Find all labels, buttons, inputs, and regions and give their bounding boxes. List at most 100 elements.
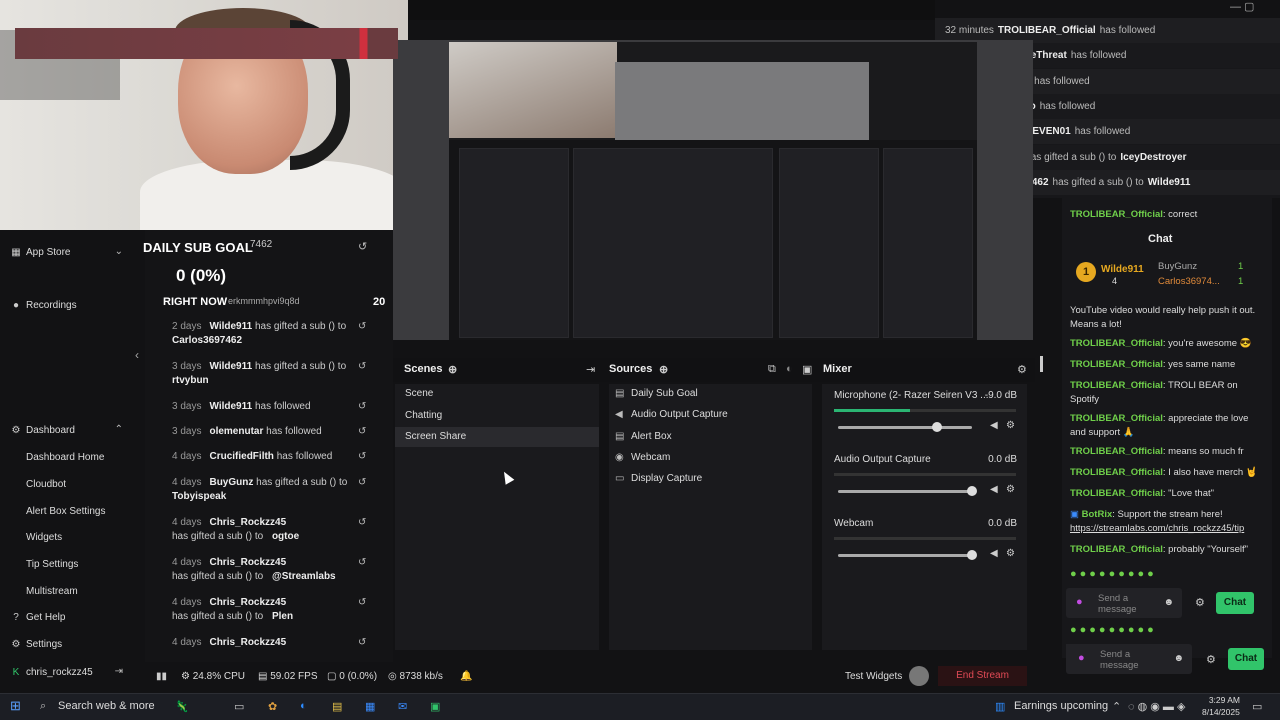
sidebar-item-get-help[interactable]: ? Get Help <box>0 607 135 629</box>
volume-icon[interactable]: ◀ <box>990 548 998 559</box>
outlook-icon[interactable]: ✉ <box>398 700 407 713</box>
bell-icon[interactable]: 🔔 <box>460 671 472 682</box>
volume-icon[interactable]: ◀ <box>990 420 998 431</box>
panel-resize-handle[interactable] <box>1040 356 1043 372</box>
page-icon: ▤ <box>615 388 625 399</box>
source-item[interactable]: ▭ Display Capture <box>609 469 812 489</box>
emote-bar-2-icon[interactable]: ●●●●●●●●● <box>1070 624 1260 638</box>
record-button[interactable] <box>909 666 929 686</box>
mixer-volume-slider[interactable] <box>838 422 972 432</box>
source-item[interactable]: ◀ Audio Output Capture <box>609 405 812 425</box>
right-now-count: 20 <box>373 296 386 308</box>
gear-icon[interactable]: ⚙ <box>1006 548 1015 559</box>
replay-icon[interactable]: ↺ <box>358 320 397 334</box>
chat-text: : yes same name <box>1162 359 1236 370</box>
sub-goal-value: 0 (0%) <box>176 266 227 285</box>
mixer-volume-slider[interactable] <box>838 486 977 496</box>
user-profile[interactable]: K chris_rockzz45 ⇥ <box>0 662 135 684</box>
tray-icons[interactable]: ◌ ◍ ◉ ▬ ◈ <box>1128 700 1185 713</box>
sidebar-item-tip-settings[interactable]: Tip Settings <box>0 554 135 576</box>
chat-link[interactable]: https://streamlabs.com/chris_rockzz45/ti… <box>1070 523 1244 534</box>
feed-row: 4 days Chris_Rockzz45 has gifted a sub ()… <box>172 556 382 584</box>
streamlabs-taskbar-icon[interactable]: ▣ <box>430 700 440 713</box>
source-layout-icon[interactable]: ⧉ <box>768 363 776 376</box>
source-item[interactable]: ▤ Daily Sub Goal <box>609 384 812 404</box>
sidebar-item-dashboard-home[interactable]: Dashboard Home <box>0 447 135 469</box>
sidebar-item-widgets[interactable]: Widgets <box>0 527 135 549</box>
sidebar-item-dashboard[interactable]: ⚙ Dashboard ⌃ <box>0 420 135 442</box>
copilot-icon[interactable]: ✿ <box>268 700 277 713</box>
volume-icon[interactable]: ◀ <box>990 484 998 495</box>
taskbar-search[interactable]: Search web & more <box>58 700 155 712</box>
chat-user: TROLIBEAR_Official <box>1070 467 1163 478</box>
emote-bar-icon[interactable]: ●●●●●●●●● <box>1070 568 1260 582</box>
chat-input[interactable]: ● Send a message ☻ <box>1066 588 1182 618</box>
folder-icon[interactable]: ▣ <box>802 363 812 376</box>
add-source-icon[interactable]: ⊕ <box>659 363 668 376</box>
chat-settings-icon-2[interactable]: ⚙ <box>1206 653 1216 666</box>
stats-icon[interactable]: ▮▮ <box>156 671 167 682</box>
scene-item[interactable]: Screen Share <box>395 427 599 447</box>
chat-send-button[interactable]: Chat <box>1216 592 1254 614</box>
scene-item[interactable]: Chatting <box>395 406 599 426</box>
sidebar-item-app-store[interactable]: ▦ App Store ⌄ <box>0 242 135 264</box>
sidebar-item-recordings[interactable]: ● Recordings <box>0 295 135 317</box>
taskbar-weather[interactable]: Earnings upcoming <box>1014 700 1108 712</box>
replay-icon[interactable]: ↺ <box>358 360 397 374</box>
feed-time: 4 days <box>172 477 202 488</box>
feed-time: 3 days <box>172 361 202 372</box>
replay-icon[interactable]: ↺ <box>358 240 367 253</box>
help-icon: ? <box>13 612 19 623</box>
replay-icon[interactable]: ↺ <box>358 516 397 530</box>
replay-icon[interactable]: ↺ <box>358 400 397 414</box>
replay-icon[interactable]: ↺ <box>358 596 397 610</box>
source-visibility-icon[interactable]: ◐ <box>786 363 793 375</box>
emoji-icon-2[interactable]: ☻ <box>1173 653 1184 664</box>
replay-icon[interactable]: ↺ <box>358 636 397 650</box>
add-scene-icon[interactable]: ⊕ <box>448 363 457 376</box>
slider-knob[interactable] <box>932 422 943 432</box>
scene-item[interactable]: Scene <box>395 384 599 404</box>
slider-knob[interactable] <box>967 550 977 560</box>
chat-message: TROLIBEAR_Official: means so much fr <box>1070 445 1260 459</box>
source-item[interactable]: ◉ Webcam <box>609 448 812 468</box>
edge-icon[interactable]: ◐ <box>300 700 307 712</box>
chat-input-secondary[interactable]: ● Send a message ☻ <box>1066 644 1192 674</box>
search-icon[interactable]: ⌕ <box>40 700 46 713</box>
file-explorer-icon[interactable]: ▤ <box>332 700 342 713</box>
store-app-icon[interactable]: ▦ <box>365 700 375 713</box>
end-stream-button[interactable]: End Stream <box>938 666 1027 686</box>
sidebar-item-settings[interactable]: ⚙ Settings <box>0 634 135 656</box>
chat-send-button-2[interactable]: Chat <box>1228 648 1264 670</box>
sidebar-item-alert-box-settings[interactable]: Alert Box Settings <box>0 501 135 523</box>
sidebar-item-cloudbot[interactable]: Cloudbot <box>0 474 135 496</box>
chat-settings-icon[interactable]: ⚙ <box>1195 596 1205 609</box>
logout-icon[interactable]: ⇥ <box>115 666 123 677</box>
mixer-settings-icon[interactable]: ⚙ <box>1017 363 1027 376</box>
sidebar-item-multistream[interactable]: Multistream <box>0 581 135 603</box>
replay-icon[interactable]: ↺ <box>358 556 397 570</box>
tray-chevron-icon[interactable]: ⌃ <box>1112 700 1121 713</box>
window-controls[interactable]: — ▢ <box>1230 0 1280 13</box>
gear-icon[interactable]: ⚙ <box>1006 420 1015 431</box>
task-view-icon[interactable]: ▭ <box>234 700 244 713</box>
feed-time: 4 days <box>172 517 202 528</box>
chat-message: TROLIBEAR_Official: "Love that" <box>1070 487 1260 501</box>
slider-knob[interactable] <box>967 486 977 496</box>
windows-start-icon[interactable]: ⊞ <box>10 698 21 714</box>
collapse-sidebar-icon[interactable]: ‹ <box>135 348 139 362</box>
replay-icon[interactable]: ↺ <box>358 425 397 439</box>
test-widgets-button[interactable]: Test Widgets <box>845 671 902 682</box>
feed-target: rtvybun <box>172 375 209 386</box>
mixer-volume-slider[interactable] <box>838 550 977 560</box>
sub-goal-overlay-name: 7462 <box>250 239 273 250</box>
windows-taskbar: ⊞ ⌕ Search web & more 🦎 ▭ ✿ ◐ ▤ ▦ ✉ ▣ ▥ … <box>0 693 1280 720</box>
replay-icon[interactable]: ↺ <box>358 450 397 464</box>
notification-icon[interactable]: ▭ <box>1252 700 1262 713</box>
replay-icon[interactable]: ↺ <box>358 476 397 490</box>
emoji-icon[interactable]: ☻ <box>1163 597 1174 608</box>
source-item[interactable]: ▤ Alert Box <box>609 427 812 447</box>
gear-icon[interactable]: ⚙ <box>1006 484 1015 495</box>
chat-message: ▣ BotRix: Support the stream here! <box>1070 508 1260 522</box>
scene-transition-icon[interactable]: ⇥ <box>586 363 595 376</box>
